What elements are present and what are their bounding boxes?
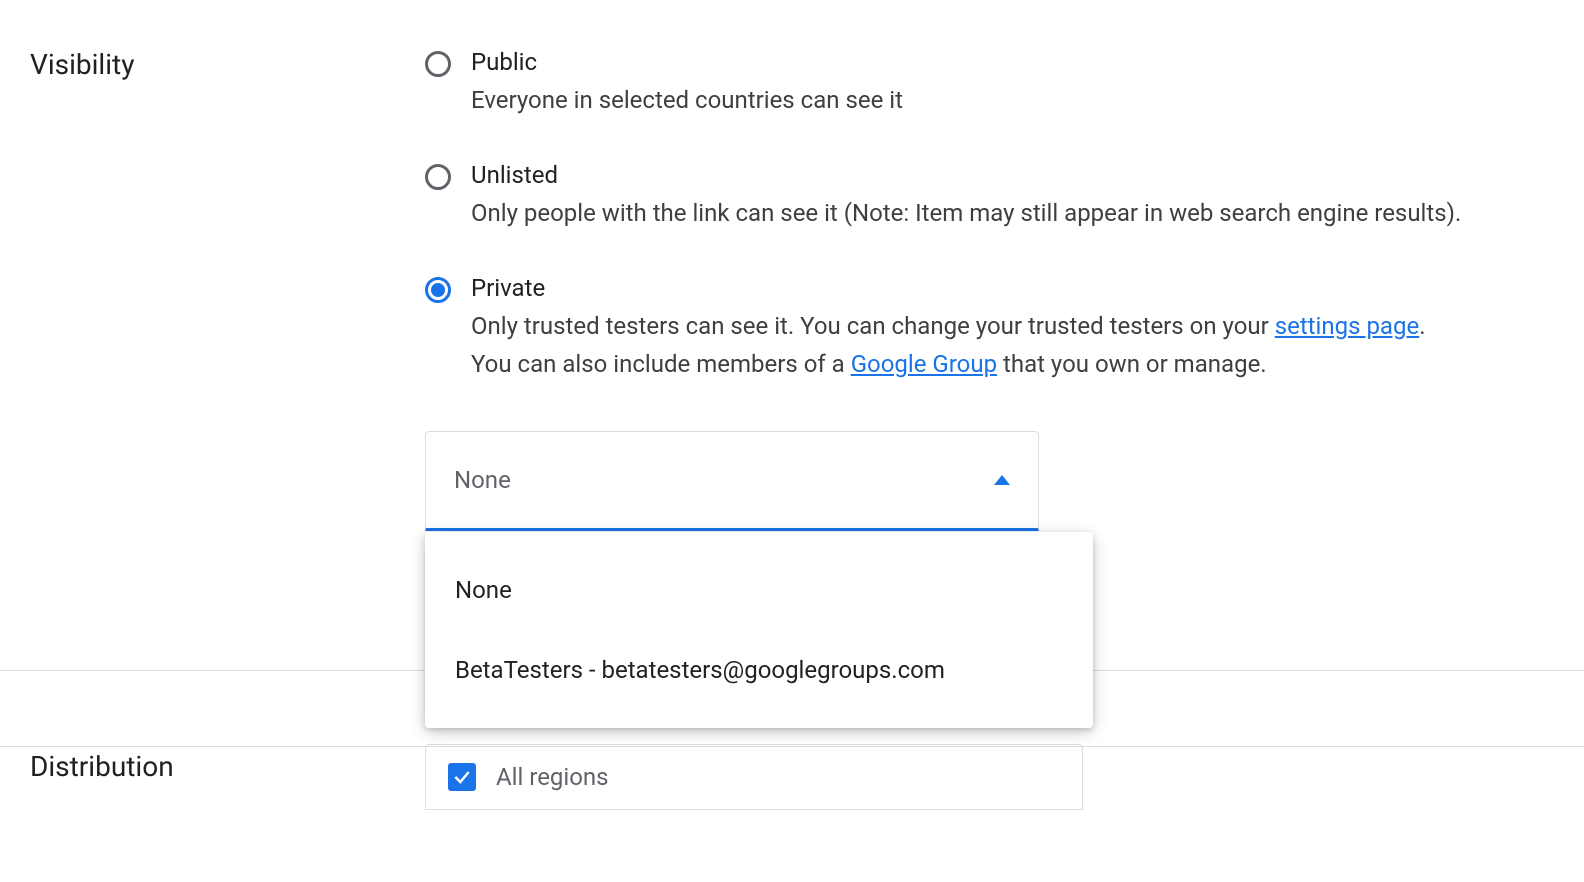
radio-title-public: Public <box>471 48 1554 76</box>
visibility-content: Public Everyone in selected countries ca… <box>425 0 1554 531</box>
desc-text: . <box>1419 312 1425 340</box>
desc-text: You can also include members of a <box>471 350 851 378</box>
radio-desc-public: Everyone in selected countries can see i… <box>471 82 1554 119</box>
visibility-radio-group: Public Everyone in selected countries ca… <box>425 48 1554 383</box>
radio-icon[interactable] <box>425 164 451 190</box>
radio-title-unlisted: Unlisted <box>471 161 1554 189</box>
visibility-option-public[interactable]: Public Everyone in selected countries ca… <box>425 48 1554 119</box>
radio-desc-unlisted: Only people with the link can see it (No… <box>471 195 1554 232</box>
distribution-content: All regions <box>425 714 1554 810</box>
dropdown-option-betatesters[interactable]: BetaTesters - betatesters@googlegroups.c… <box>425 630 1093 710</box>
radio-icon-selected[interactable] <box>425 277 451 303</box>
google-group-select[interactable]: None <box>425 431 1039 531</box>
radio-icon[interactable] <box>425 51 451 77</box>
google-group-dropdown: None BetaTesters - betatesters@googlegro… <box>425 532 1093 728</box>
caret-up-icon <box>994 475 1010 485</box>
section-divider <box>0 746 1584 747</box>
checkbox-checked-icon[interactable] <box>448 763 476 791</box>
visibility-option-unlisted[interactable]: Unlisted Only people with the link can s… <box>425 161 1554 232</box>
select-value: None <box>454 466 511 494</box>
visibility-option-private[interactable]: Private Only trusted testers can see it.… <box>425 274 1554 382</box>
settings-page-link[interactable]: settings page <box>1275 312 1419 340</box>
all-regions-label: All regions <box>496 763 609 791</box>
google-group-link[interactable]: Google Group <box>851 350 997 378</box>
visibility-section: Visibility Public Everyone in selected c… <box>0 0 1584 531</box>
desc-text: that you own or manage. <box>997 350 1267 378</box>
desc-text: Only trusted testers can see it. You can… <box>471 312 1275 340</box>
radio-text: Unlisted Only people with the link can s… <box>471 161 1554 232</box>
distribution-section: Distribution All regions <box>30 714 1554 810</box>
radio-desc-private: Only trusted testers can see it. You can… <box>471 308 1554 382</box>
radio-title-private: Private <box>471 274 1554 302</box>
dropdown-option-none[interactable]: None <box>425 550 1093 630</box>
all-regions-row[interactable]: All regions <box>425 744 1083 810</box>
distribution-label: Distribution <box>30 714 425 783</box>
visibility-label: Visibility <box>30 0 425 81</box>
google-group-select-wrapper: None None BetaTesters - betatesters@goog… <box>425 431 1039 531</box>
radio-text: Public Everyone in selected countries ca… <box>471 48 1554 119</box>
radio-text: Private Only trusted testers can see it.… <box>471 274 1554 382</box>
